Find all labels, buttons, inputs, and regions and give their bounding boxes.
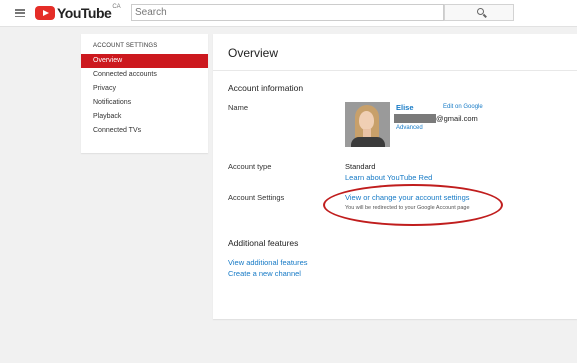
page-title: Overview bbox=[228, 46, 279, 60]
advanced-link[interactable]: Advanced bbox=[396, 125, 423, 131]
redirect-note: You will be redirected to your Google Ac… bbox=[345, 205, 470, 211]
user-name-link[interactable]: Elise bbox=[396, 103, 414, 112]
nav-list: Overview Connected accounts Privacy Noti… bbox=[81, 54, 208, 138]
additional-features-heading: Additional features bbox=[228, 238, 299, 248]
nav-heading: ACCOUNT SETTINGS bbox=[93, 43, 158, 49]
create-channel-link[interactable]: Create a new channel bbox=[228, 269, 301, 278]
account-settings-nav: ACCOUNT SETTINGS Overview Connected acco… bbox=[81, 34, 208, 153]
redacted-email-block bbox=[394, 114, 436, 123]
logo-region: CA bbox=[112, 4, 121, 10]
logo-text: YouTube bbox=[57, 5, 112, 21]
search-button[interactable] bbox=[444, 4, 514, 21]
account-type-label: Account type bbox=[228, 162, 272, 171]
youtube-logo[interactable]: YouTube CA bbox=[35, 4, 121, 21]
sidebar-item-privacy[interactable]: Privacy bbox=[81, 82, 208, 96]
masthead: YouTube CA Search bbox=[0, 0, 577, 27]
sidebar-item-playback[interactable]: Playback bbox=[81, 110, 208, 124]
sidebar-item-connected-accounts[interactable]: Connected accounts bbox=[81, 68, 208, 82]
learn-youtube-red-link[interactable]: Learn about YouTube Red bbox=[345, 173, 432, 182]
title-divider bbox=[213, 70, 577, 71]
change-account-settings-link[interactable]: View or change your account settings bbox=[345, 193, 470, 202]
avatar bbox=[345, 102, 390, 147]
hamburger-menu-icon[interactable] bbox=[15, 9, 25, 18]
account-info-heading: Account information bbox=[228, 83, 304, 93]
overview-panel: Overview Account information Name Elise … bbox=[213, 34, 577, 319]
search-input[interactable]: Search bbox=[131, 4, 444, 21]
email-row: @gmail.com bbox=[394, 114, 478, 123]
sidebar-item-connected-tvs[interactable]: Connected TVs bbox=[81, 124, 208, 138]
edit-on-google-link[interactable]: Edit on Google bbox=[443, 104, 483, 110]
search-icon bbox=[477, 8, 484, 15]
sidebar-item-overview[interactable]: Overview bbox=[81, 54, 208, 68]
account-settings-label: Account Settings bbox=[228, 193, 285, 202]
account-type-value: Standard bbox=[345, 162, 376, 171]
email-suffix: @gmail.com bbox=[436, 114, 478, 123]
sidebar-item-notifications[interactable]: Notifications bbox=[81, 96, 208, 110]
name-label: Name bbox=[228, 103, 249, 112]
youtube-play-icon bbox=[35, 6, 55, 20]
view-additional-features-link[interactable]: View additional features bbox=[228, 258, 308, 267]
